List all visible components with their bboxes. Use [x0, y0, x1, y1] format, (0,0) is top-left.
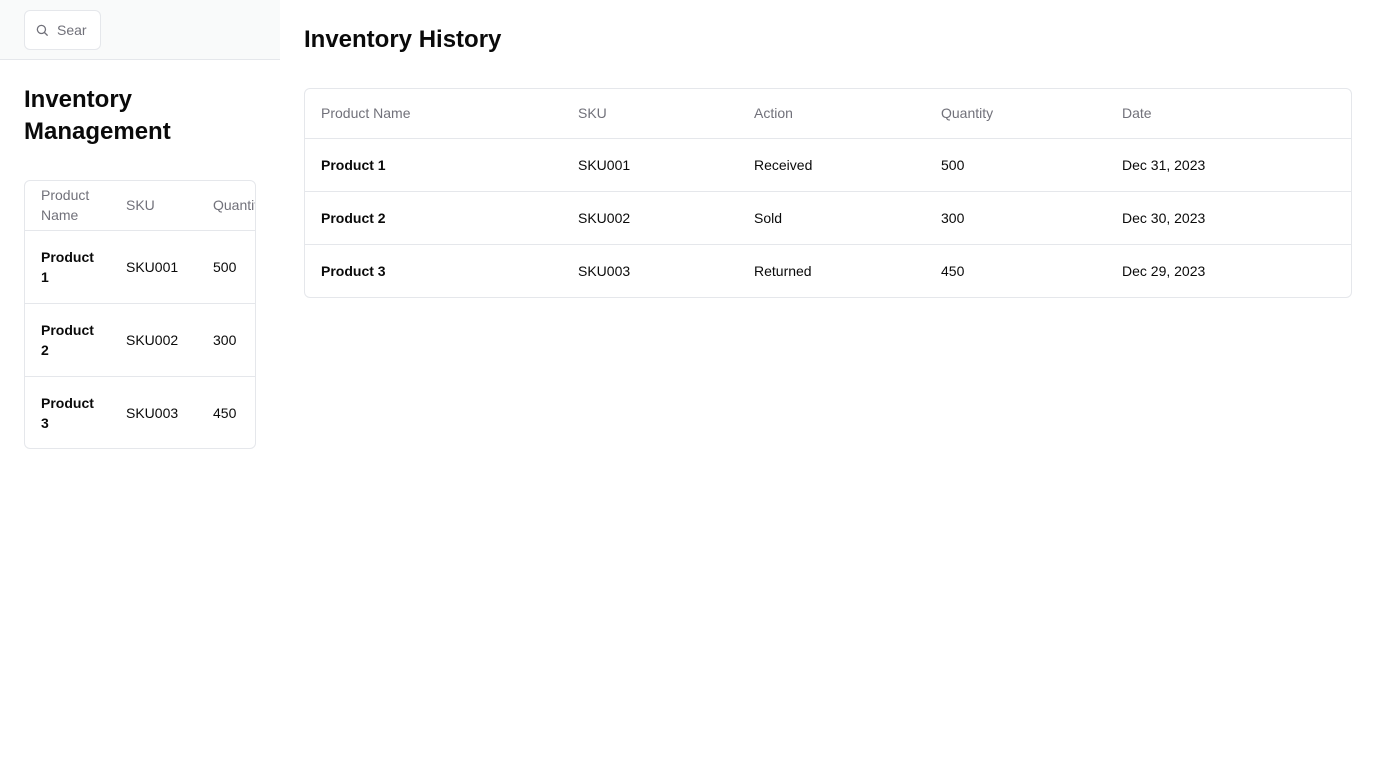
- column-header-action[interactable]: Action: [738, 89, 925, 139]
- sidebar-search-bar: [0, 0, 280, 60]
- product-name-cell: Product 2: [305, 191, 562, 245]
- inventory-table-card: Product Name SKU Quantity Product 1 SKU0…: [24, 180, 256, 449]
- inventory-table: Product Name SKU Quantity Product 1 SKU0…: [25, 181, 255, 448]
- sku-cell: SKU003: [578, 262, 631, 279]
- sidebar-title: Inventory Management: [24, 86, 171, 145]
- column-header-product-name[interactable]: Product Name: [25, 181, 110, 231]
- action-cell: Returned: [754, 262, 812, 279]
- quantity-cell: 300: [197, 303, 255, 377]
- column-header-date[interactable]: Date: [1106, 89, 1351, 139]
- table-row[interactable]: Product 2 SKU002 Sold 300 Dec 30, 2023: [305, 191, 1351, 245]
- history-table: Product Name SKU Action Quantity Date Pr…: [305, 89, 1351, 297]
- search-icon: [36, 24, 48, 36]
- column-header-quantity[interactable]: Quantity: [197, 181, 255, 231]
- sku-cell: SKU003: [126, 404, 179, 421]
- quantity-cell: 500: [197, 230, 255, 304]
- product-name-cell: Product 1: [305, 138, 562, 192]
- sku-cell: SKU002: [562, 191, 738, 245]
- quantity-cell: 450: [213, 404, 237, 421]
- product-name-cell: Product 3: [41, 394, 94, 431]
- column-header-sku[interactable]: SKU: [110, 181, 197, 231]
- history-table-card: Product Name SKU Action Quantity Date Pr…: [304, 88, 1352, 298]
- table-row[interactable]: Product 2 SKU002 300: [25, 303, 255, 377]
- product-name-cell: Product 2: [25, 303, 110, 377]
- date-cell: Dec 30, 2023: [1106, 191, 1351, 245]
- column-header-quantity[interactable]: Quantity: [925, 89, 1106, 139]
- quantity-cell: 450: [941, 262, 965, 279]
- table-row[interactable]: Product 1 SKU001 Received 500 Dec 31, 20…: [305, 138, 1351, 192]
- product-name-cell: Product 1: [25, 230, 110, 304]
- quantity-cell: 500: [925, 138, 1106, 192]
- table-header-row: Product Name SKU Quantity: [25, 181, 255, 231]
- quantity-cell: 300: [925, 191, 1106, 245]
- sku-cell: SKU002: [110, 303, 197, 377]
- sku-cell: SKU001: [562, 138, 738, 192]
- action-cell: Sold: [738, 191, 925, 245]
- date-cell: Dec 29, 2023: [1122, 262, 1206, 279]
- action-cell: Received: [738, 138, 925, 192]
- sidebar: Inventory Management Product Name SKU Qu…: [0, 0, 280, 768]
- column-header-product-name[interactable]: Product Name: [305, 89, 562, 139]
- date-cell: Dec 31, 2023: [1106, 138, 1351, 192]
- search-input[interactable]: [57, 22, 87, 38]
- table-header-row: Product Name SKU Action Quantity Date: [305, 89, 1351, 139]
- table-row[interactable]: Product 3 SKU003 450: [25, 376, 255, 448]
- table-row[interactable]: Product 3 SKU003 Returned 450 Dec 29, 20…: [305, 244, 1351, 297]
- sku-cell: SKU001: [110, 230, 197, 304]
- column-header-sku[interactable]: SKU: [562, 89, 738, 139]
- page-title: Inventory History: [304, 26, 502, 53]
- search-box[interactable]: [24, 10, 101, 50]
- table-row[interactable]: Product 1 SKU001 500: [25, 230, 255, 304]
- product-name-cell: Product 3: [321, 262, 386, 279]
